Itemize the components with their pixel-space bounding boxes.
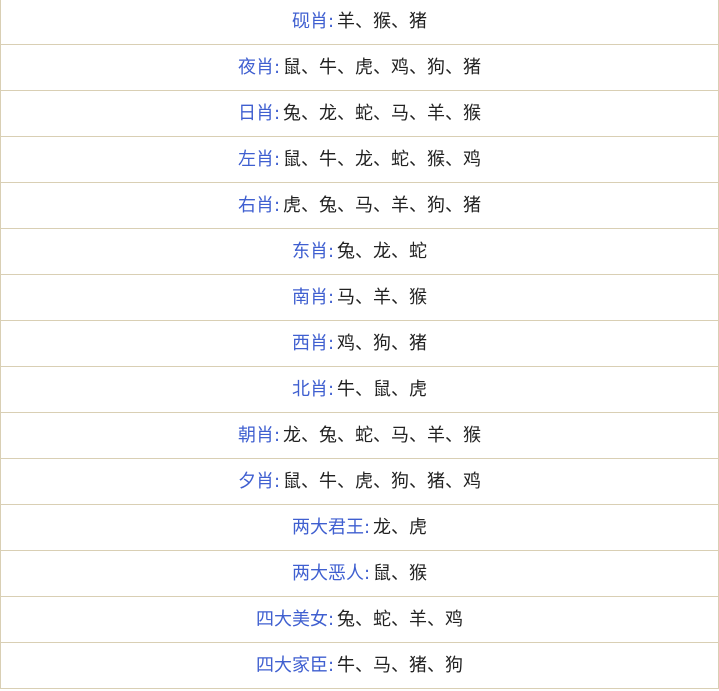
row-term: 日肖 [237,102,274,124]
row-term: 夕肖 [237,470,274,492]
table-row: 夜肖: 鼠、牛、虎、鸡、狗、猪 [1,45,718,91]
row-value: 鼠、牛、虎、狗、猪、鸡 [283,470,482,492]
table-row: 砚肖: 羊、猴、猪 [1,0,718,45]
row-term: 朝肖 [237,424,274,446]
row-value: 马、羊、猴 [337,286,428,308]
row-term: 西肖 [291,332,328,354]
row-value: 虎、兔、马、羊、狗、猪 [283,194,482,216]
table-row: 右肖: 虎、兔、马、羊、狗、猪 [1,183,718,229]
row-term: 砚肖 [291,11,328,32]
row-value: 兔、龙、蛇 [337,240,428,262]
row-value: 兔、龙、蛇、马、羊、猴 [283,102,482,124]
table-row: 日肖: 兔、龙、蛇、马、羊、猴 [1,91,718,137]
row-value: 羊、猴、猪 [337,11,428,32]
row-value: 牛、鼠、虎 [337,378,428,400]
table-row: 西肖: 鸡、狗、猪 [1,321,718,367]
table-row: 两大君王: 龙、虎 [1,505,718,551]
row-value: 鼠、猴 [373,562,428,584]
row-value: 鸡、狗、猪 [337,332,428,354]
table-row: 北肖: 牛、鼠、虎 [1,367,718,413]
table-row: 南肖: 马、羊、猴 [1,275,718,321]
row-term: 右肖 [237,194,274,216]
row-term: 两大君王 [291,516,364,538]
row-value: 牛、马、猪、狗 [337,654,464,676]
zodiac-table: 砚肖: 羊、猴、猪 夜肖: 鼠、牛、虎、鸡、狗、猪 日肖: 兔、龙、蛇、马、羊、猴 左… [0,0,719,689]
table-row: 左肖: 鼠、牛、龙、蛇、猴、鸡 [1,137,718,183]
row-term: 北肖 [291,378,328,400]
row-term: 四大家臣 [255,654,328,676]
row-value: 鼠、牛、虎、鸡、狗、猪 [283,56,482,78]
row-value: 鼠、牛、龙、蛇、猴、鸡 [283,148,482,170]
table-row: 朝肖: 龙、兔、蛇、马、羊、猴 [1,413,718,459]
table-row: 夕肖: 鼠、牛、虎、狗、猪、鸡 [1,459,718,505]
row-term: 南肖 [291,286,328,308]
table-row: 东肖: 兔、龙、蛇 [1,229,718,275]
row-term: 夜肖 [237,56,274,78]
table-row: 两大恶人: 鼠、猴 [1,551,718,597]
row-term: 左肖 [237,148,274,170]
row-term: 两大恶人 [291,562,364,584]
row-term: 四大美女 [255,608,328,630]
row-value: 龙、兔、蛇、马、羊、猴 [283,424,482,446]
row-term: 东肖 [291,240,328,262]
row-value: 兔、蛇、羊、鸡 [337,608,464,630]
table-row: 四大家臣: 牛、马、猪、狗 [1,643,718,689]
table-row: 四大美女: 兔、蛇、羊、鸡 [1,597,718,643]
row-value: 龙、虎 [373,516,428,538]
